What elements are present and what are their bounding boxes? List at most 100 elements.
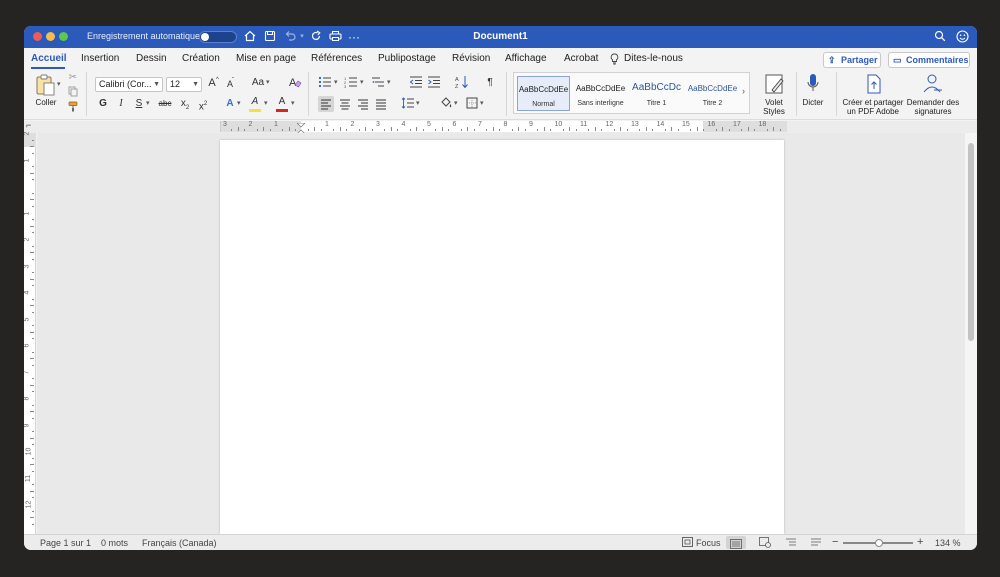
tell-me-search[interactable]: Dites-le-nous bbox=[624, 53, 683, 64]
page-count[interactable]: Page 1 sur 1 bbox=[40, 538, 91, 548]
font-color-button[interactable]: A bbox=[275, 95, 289, 113]
ruler-number: 14 bbox=[656, 121, 665, 128]
superscript-button[interactable]: x2 bbox=[198, 97, 208, 114]
web-layout-icon[interactable] bbox=[759, 537, 771, 550]
align-center-button[interactable] bbox=[337, 96, 353, 112]
chevron-down-icon[interactable]: ▾ bbox=[266, 76, 270, 90]
chevron-down-icon[interactable]: ▾ bbox=[480, 97, 484, 111]
show-formatting-button[interactable]: ¶ bbox=[484, 76, 496, 90]
microphone-icon[interactable] bbox=[804, 73, 822, 95]
ruler-tick bbox=[256, 129, 258, 131]
ruler-tick bbox=[620, 127, 622, 131]
font-size-combo[interactable]: 12 ▼ bbox=[166, 77, 202, 92]
zoom-level[interactable]: 134 % bbox=[935, 538, 961, 548]
vertical-scrollbar[interactable] bbox=[965, 133, 977, 534]
chevron-down-icon[interactable]: ▾ bbox=[291, 97, 295, 111]
underline-button[interactable]: S bbox=[134, 97, 144, 111]
align-left-button[interactable] bbox=[318, 96, 334, 112]
borders-icon[interactable] bbox=[465, 97, 479, 114]
draft-view-icon[interactable] bbox=[810, 537, 822, 550]
vertical-ruler-tick bbox=[32, 444, 34, 446]
tab-publipostage[interactable]: Publipostage bbox=[378, 53, 436, 64]
first-line-indent-marker[interactable] bbox=[296, 121, 306, 135]
tab-creation[interactable]: Création bbox=[182, 53, 220, 64]
bold-button[interactable]: G bbox=[98, 97, 108, 111]
ruler-tick bbox=[346, 129, 348, 131]
style-normal[interactable]: AaBbCcDdEe Normal bbox=[517, 76, 570, 111]
justify-button[interactable] bbox=[373, 96, 389, 112]
tab-references[interactable]: Références bbox=[311, 53, 362, 64]
chevron-down-icon[interactable]: ▾ bbox=[334, 76, 338, 90]
paste-icon[interactable] bbox=[33, 73, 57, 97]
shading-icon[interactable] bbox=[439, 96, 453, 115]
strikethrough-button[interactable]: abc bbox=[158, 97, 172, 111]
sort-icon[interactable]: AZ bbox=[455, 75, 469, 94]
chevron-down-icon[interactable]: ▾ bbox=[387, 76, 391, 90]
zoom-slider-knob[interactable] bbox=[875, 539, 884, 547]
subscript-button[interactable]: x2 bbox=[180, 97, 190, 115]
chevron-down-icon[interactable]: ▾ bbox=[416, 97, 420, 111]
decrease-indent-icon[interactable] bbox=[409, 76, 423, 93]
horizontal-ruler[interactable]: 3 2 1 1 2 3 4 5 6 7 8 9 10 11 12 13 14 15 16 17 18 bbox=[220, 121, 787, 140]
tab-insertion[interactable]: Insertion bbox=[81, 53, 119, 64]
print-layout-view-button[interactable] bbox=[726, 536, 746, 549]
increase-indent-icon[interactable] bbox=[427, 76, 441, 93]
tab-accueil[interactable]: Accueil bbox=[31, 53, 67, 64]
tab-revision[interactable]: Révision bbox=[452, 53, 490, 64]
chevron-down-icon[interactable]: ▾ bbox=[454, 97, 458, 111]
language-status[interactable]: Français (Canada) bbox=[142, 538, 217, 548]
tab-dessin[interactable]: Dessin bbox=[136, 53, 167, 64]
paste-dropdown-icon[interactable]: ▾ bbox=[57, 78, 61, 92]
tab-affichage[interactable]: Affichage bbox=[505, 53, 547, 64]
chevron-right-icon[interactable]: › bbox=[742, 86, 745, 96]
shrink-font-icon[interactable]: A bbox=[224, 77, 236, 91]
ruler-tick bbox=[575, 129, 577, 131]
change-case-icon[interactable]: Aa bbox=[250, 76, 266, 90]
zoom-in-button[interactable]: + bbox=[917, 536, 923, 548]
highlight-button[interactable]: A bbox=[248, 95, 262, 113]
align-right-button[interactable] bbox=[355, 96, 371, 112]
cut-icon[interactable]: ✂ bbox=[67, 71, 79, 85]
italic-button[interactable]: I bbox=[116, 97, 126, 111]
word-count[interactable]: 0 mots bbox=[101, 538, 128, 548]
vertical-ruler-number: 2 bbox=[24, 131, 31, 136]
clear-formatting-icon[interactable]: A bbox=[288, 75, 302, 94]
style-heading-2[interactable]: AaBbCcDdEe Titre 2 bbox=[686, 76, 739, 111]
numbering-icon[interactable]: 123 bbox=[344, 76, 358, 93]
tab-acrobat[interactable]: Acrobat bbox=[564, 53, 598, 64]
text-effects-button[interactable]: A bbox=[225, 97, 235, 111]
font-name-combo[interactable]: Calibri (Cor... ▼ bbox=[95, 77, 163, 92]
chevron-down-icon[interactable]: ▾ bbox=[146, 97, 150, 111]
focus-icon[interactable] bbox=[682, 537, 693, 550]
style-no-spacing[interactable]: AaBbCcDdEe Sans interligne bbox=[574, 76, 627, 111]
line-spacing-icon[interactable] bbox=[401, 97, 415, 114]
right-indent-marker[interactable] bbox=[698, 126, 708, 140]
ruler-tick bbox=[244, 129, 246, 131]
outline-view-icon[interactable] bbox=[785, 537, 797, 550]
tab-mise-en-page[interactable]: Mise en page bbox=[236, 53, 296, 64]
comments-button[interactable]: ▭ Commentaires bbox=[888, 52, 970, 68]
create-pdf-icon[interactable] bbox=[864, 73, 884, 95]
chevron-down-icon[interactable]: ▾ bbox=[264, 97, 268, 111]
scrollbar-thumb[interactable] bbox=[968, 143, 974, 341]
tab-selector-icon[interactable]: ⌐ bbox=[26, 120, 31, 130]
zoom-out-button[interactable]: − bbox=[832, 536, 838, 548]
ruler-tick bbox=[320, 129, 322, 131]
bullets-icon[interactable] bbox=[318, 76, 332, 93]
search-icon[interactable] bbox=[933, 30, 947, 44]
status-bar: Page 1 sur 1 0 mots Français (Canada) Fo… bbox=[24, 534, 977, 550]
document-page[interactable] bbox=[220, 140, 784, 534]
style-heading-1[interactable]: AaBbCcDc Titre 1 bbox=[630, 76, 683, 111]
chevron-down-icon[interactable]: ▾ bbox=[360, 76, 364, 90]
smiley-icon[interactable] bbox=[955, 30, 969, 44]
format-painter-icon[interactable] bbox=[67, 101, 79, 117]
request-signatures-icon[interactable] bbox=[921, 73, 943, 95]
chevron-down-icon[interactable]: ▾ bbox=[237, 97, 241, 111]
styles-pane-icon[interactable] bbox=[764, 73, 786, 95]
focus-label[interactable]: Focus bbox=[696, 538, 721, 548]
zoom-slider[interactable] bbox=[843, 539, 913, 547]
vertical-ruler[interactable]: 2 1 1 2 3 4 5 6 7 8 9 10 11 12 bbox=[24, 131, 36, 534]
copy-icon[interactable] bbox=[67, 86, 79, 102]
multilevel-list-icon[interactable] bbox=[371, 76, 385, 93]
share-button[interactable]: ⇪ Partager bbox=[823, 52, 881, 68]
